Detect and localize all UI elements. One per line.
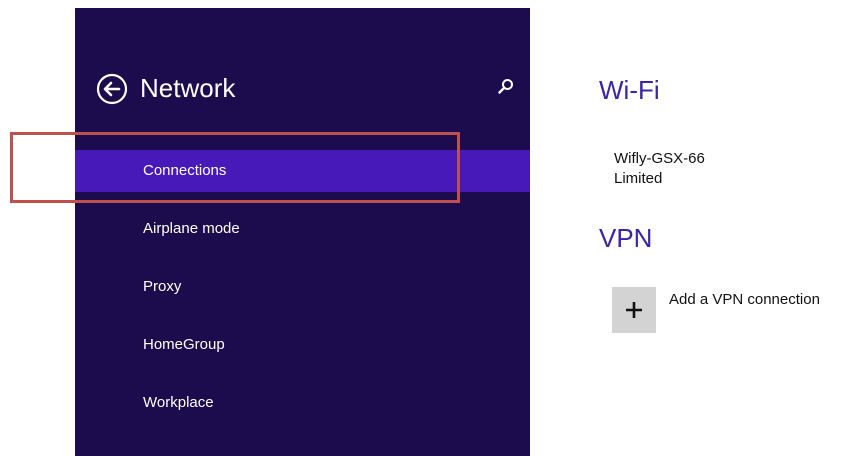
nav-item-connections[interactable]: Connections: [75, 150, 530, 192]
vpn-section-heading: VPN: [599, 223, 653, 253]
nav-item-label: Airplane mode: [143, 220, 240, 237]
search-button[interactable]: [496, 77, 516, 97]
nav-item-homegroup[interactable]: HomeGroup: [75, 324, 530, 366]
search-icon: [498, 79, 513, 94]
nav-item-label: Workplace: [143, 394, 214, 411]
wifi-section-heading: Wi-Fi: [599, 75, 660, 105]
pc-settings-network-screen: Network Connections Airplane mode Proxy …: [0, 0, 841, 456]
add-vpn-label: Add a VPN connection: [669, 291, 820, 308]
add-vpn-tile: [612, 287, 656, 333]
plus-icon: [626, 302, 642, 318]
nav-item-airplane-mode[interactable]: Airplane mode: [75, 208, 530, 250]
nav-item-label: Proxy: [143, 278, 182, 295]
nav-item-workplace[interactable]: Workplace: [75, 382, 530, 424]
nav-item-proxy[interactable]: Proxy: [75, 266, 530, 308]
nav-item-label: Connections: [143, 162, 227, 179]
wifi-network-status: Limited: [614, 170, 663, 187]
back-button[interactable]: [96, 73, 128, 105]
back-arrow-circle-icon: [96, 73, 128, 105]
wifi-network-name: Wifly-GSX-66: [614, 150, 705, 167]
nav-item-label: HomeGroup: [143, 336, 225, 353]
add-vpn-connection-button[interactable]: Add a VPN connection: [612, 287, 841, 335]
wifi-network-entry[interactable]: Wifly-GSX-66 Limited: [614, 149, 814, 189]
page-title: Network: [140, 73, 236, 103]
